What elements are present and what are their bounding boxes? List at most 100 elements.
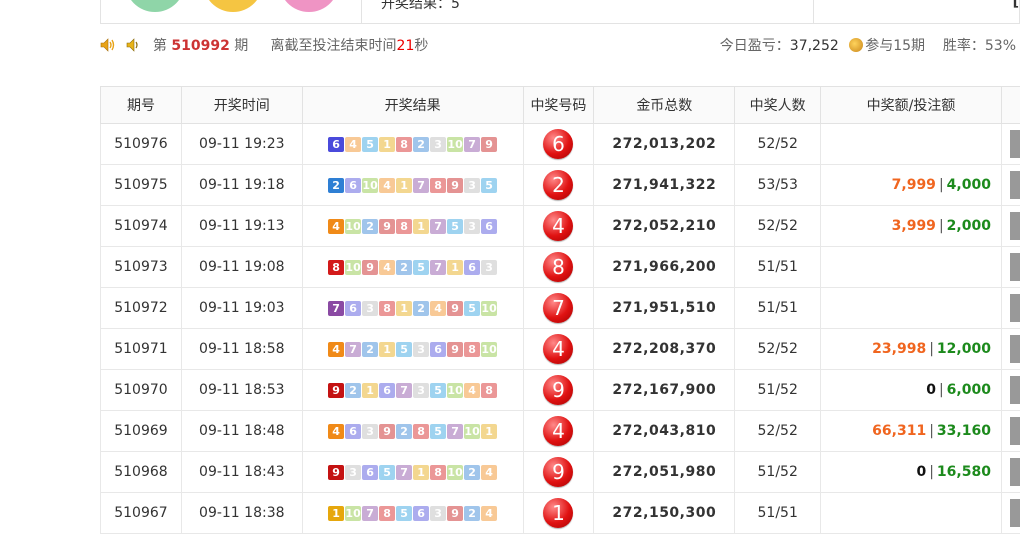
col-total: 金币总数	[594, 87, 735, 124]
result-number: 8	[464, 342, 480, 357]
bet-amount: 4,000	[947, 177, 991, 193]
action-cell[interactable]	[1001, 206, 1020, 247]
period-info: 第 510992 期 离截至投注结束时间21秒	[100, 34, 428, 58]
result-number: 2	[362, 219, 378, 234]
period-cell: 510968	[101, 452, 182, 493]
bet-button[interactable]	[1010, 130, 1020, 158]
result-numbers: 26104178935	[303, 178, 523, 193]
total-coins-cell: 272,043,810	[594, 411, 735, 452]
result-number: 8	[396, 137, 412, 152]
action-cell[interactable]	[1001, 493, 1020, 534]
result-number: 8	[481, 383, 497, 398]
win-number-ball: 8	[543, 252, 573, 282]
divider	[813, 0, 814, 24]
action-cell[interactable]	[1001, 288, 1020, 329]
win-number-ball: 9	[543, 375, 573, 405]
speaker-icon[interactable]	[100, 36, 116, 50]
result-number: 4	[345, 137, 361, 152]
period-cell: 510967	[101, 493, 182, 534]
result-cell: 76381249510	[302, 288, 523, 329]
bet-button[interactable]	[1010, 417, 1020, 445]
bet-button[interactable]	[1010, 376, 1020, 404]
result-number: 10	[345, 506, 361, 521]
award-amount: 0	[916, 464, 926, 480]
result-number: 8	[379, 301, 395, 316]
result-number: 2	[345, 383, 361, 398]
bet-button[interactable]	[1010, 335, 1020, 363]
action-cell[interactable]	[1001, 124, 1020, 165]
col-period: 期号	[101, 87, 182, 124]
table-row: 51097209-11 19:03763812495107271,951,510…	[101, 288, 1020, 329]
result-number: 10	[464, 424, 480, 439]
bet-button[interactable]	[1010, 294, 1020, 322]
award-amount: 0	[926, 382, 936, 398]
result-number-first: 4	[328, 219, 344, 234]
result-numbers: 93657181024	[303, 465, 523, 480]
result-number: 2	[362, 342, 378, 357]
result-number: 8	[379, 506, 395, 521]
bet-amount: 33,160	[937, 423, 991, 439]
result-number: 8	[396, 219, 412, 234]
win-number-cell: 7	[523, 288, 594, 329]
action-cell[interactable]	[1001, 370, 1020, 411]
bet-button[interactable]	[1010, 212, 1020, 240]
table-row: 51096709-11 18:38110785639241272,150,300…	[101, 493, 1020, 534]
result-number: 5	[430, 383, 446, 398]
winners-cell: 52/52	[735, 411, 821, 452]
result-number: 6	[481, 219, 497, 234]
result-number: 7	[447, 424, 463, 439]
result-numbers: 41029817536	[303, 219, 523, 234]
result-number: 4	[379, 178, 395, 193]
win-number-ball: 4	[543, 416, 573, 446]
result-value: 5	[451, 0, 460, 12]
result-number: 3	[464, 178, 480, 193]
result-number: 5	[447, 219, 463, 234]
action-cell[interactable]	[1001, 411, 1020, 452]
winners-cell: 51/51	[735, 247, 821, 288]
action-cell[interactable]	[1001, 452, 1020, 493]
result-cell: 81094257163	[302, 247, 523, 288]
bet-amount: 2,000	[947, 218, 991, 234]
time-cell: 09-11 18:53	[181, 370, 302, 411]
win-number-ball: 9	[543, 457, 573, 487]
pink-circle	[279, 0, 339, 12]
separator: |	[929, 464, 934, 480]
win-number-cell: 2	[523, 165, 594, 206]
countdown-label: 离截至投注结束时间	[271, 38, 397, 54]
result-numbers: 47215369810	[303, 342, 523, 357]
winners-cell: 52/52	[735, 124, 821, 165]
award-cell: 66,311|33,160	[821, 411, 1002, 452]
col-winners: 中奖人数	[735, 87, 821, 124]
result-number: 6	[430, 342, 446, 357]
result-number: 10	[345, 260, 361, 275]
total-coins-cell: 272,052,210	[594, 206, 735, 247]
result-number-first: 9	[328, 465, 344, 480]
bet-button[interactable]	[1010, 253, 1020, 281]
result-number: 9	[379, 424, 395, 439]
winners-cell: 52/52	[735, 329, 821, 370]
bet-button[interactable]	[1010, 458, 1020, 486]
result-number: 6	[345, 301, 361, 316]
result-cell: 47215369810	[302, 329, 523, 370]
top-result-text: 开奖结果：5	[381, 0, 460, 13]
action-cell[interactable]	[1001, 329, 1020, 370]
winners-cell: 51/52	[735, 452, 821, 493]
countdown-suffix: 秒	[414, 38, 428, 54]
total-coins-cell: 272,051,980	[594, 452, 735, 493]
action-cell[interactable]	[1001, 247, 1020, 288]
win-number-cell: 4	[523, 206, 594, 247]
result-number: 5	[413, 260, 429, 275]
separator: |	[929, 423, 934, 439]
col-result: 开奖结果	[302, 87, 523, 124]
result-numbers: 46392857101	[303, 424, 523, 439]
period-prefix: 第	[153, 38, 167, 54]
award-cell	[821, 288, 1002, 329]
sound-toggle-icon[interactable]	[126, 36, 142, 50]
col-win-number: 中奖号码	[523, 87, 594, 124]
action-cell[interactable]	[1001, 165, 1020, 206]
result-number: 1	[396, 178, 412, 193]
bet-button[interactable]	[1010, 171, 1020, 199]
profit-value: 37,252	[790, 38, 839, 54]
bet-button[interactable]	[1010, 499, 1020, 527]
result-number: 8	[413, 424, 429, 439]
